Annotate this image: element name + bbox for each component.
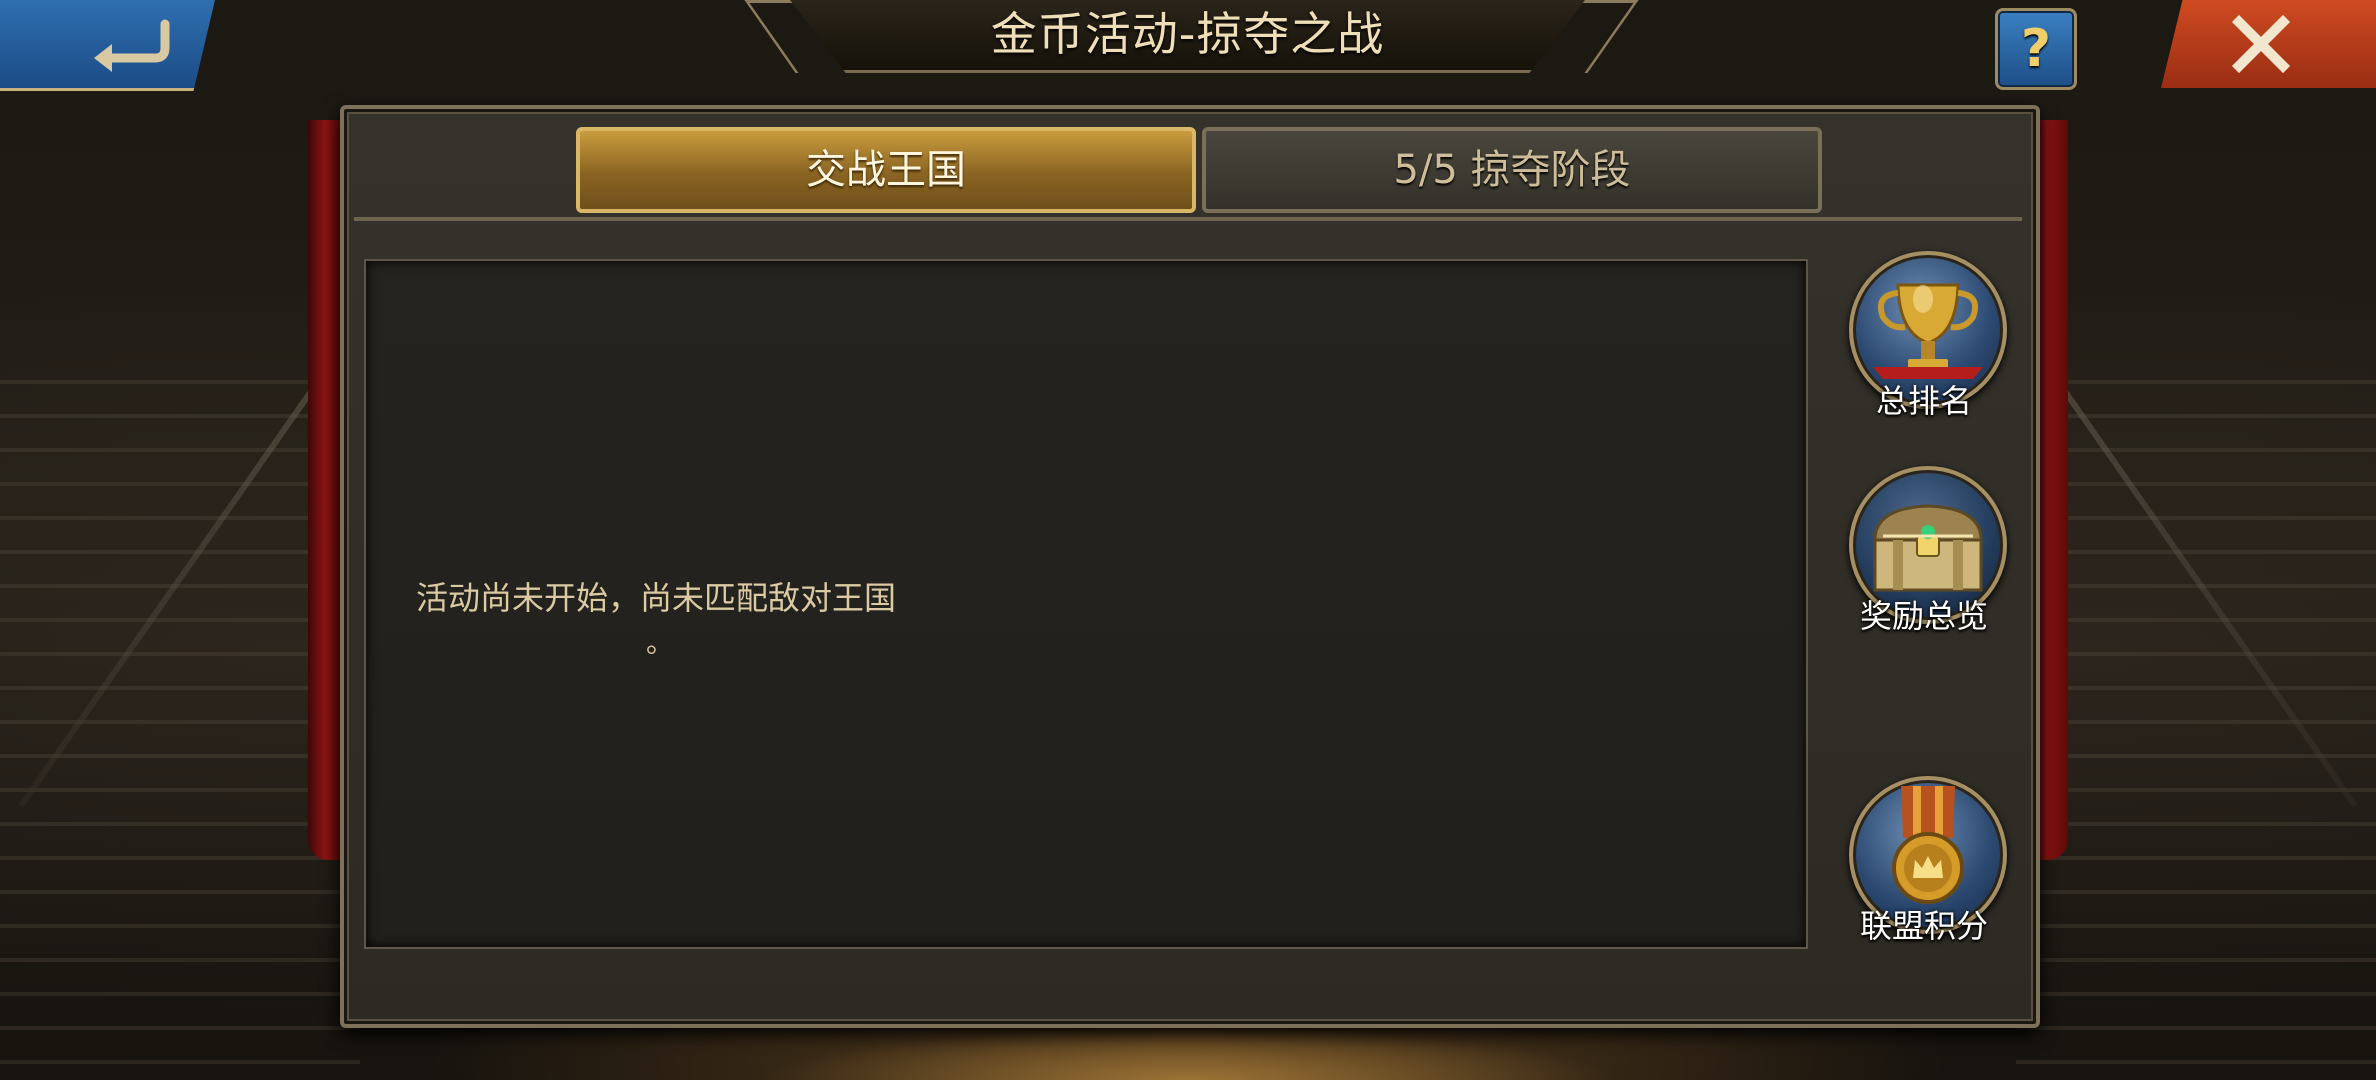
game-screen: 金币活动-掠夺之战 ? 交战王国 5/5 掠夺阶段 活动尚未开始，尚未匹配敌对王… [0, 0, 2376, 1080]
page-title: 金币活动-掠夺之战 [990, 7, 1385, 61]
main-panel: 交战王国 5/5 掠夺阶段 活动尚未开始，尚未匹配敌对王国 。 总排名 奖励总览… [340, 105, 2040, 1028]
tab-warring-kingdom[interactable]: 交战王国 [576, 127, 1196, 213]
background-glow [760, 1028, 1620, 1080]
alliance-points-button[interactable]: 联盟积分 [1839, 776, 2009, 946]
rewards-overview-label: 奖励总览 [1859, 597, 1988, 635]
content-area: 活动尚未开始，尚未匹配敌对王国 。 [364, 259, 1808, 949]
status-message-tail: 。 [646, 626, 675, 659]
total-ranking-button[interactable]: 总排名 [1839, 251, 2009, 421]
status-message: 活动尚未开始，尚未匹配敌对王国 [416, 579, 897, 617]
background-stairs-right [2016, 380, 2376, 1080]
back-button[interactable] [0, 0, 215, 91]
close-icon [2231, 14, 2291, 74]
back-arrow-icon [94, 19, 170, 72]
tab-plunder-phase[interactable]: 5/5 掠夺阶段 [1202, 127, 1822, 213]
rewards-overview-button[interactable]: 奖励总览 [1839, 466, 2009, 636]
close-button[interactable] [2161, 0, 2376, 88]
help-button[interactable]: ? [1995, 8, 2077, 90]
alliance-points-label: 联盟积分 [1859, 907, 1988, 945]
tab-bar: 交战王国 5/5 掠夺阶段 [354, 117, 2022, 221]
background-stairs-left [0, 380, 360, 1080]
total-ranking-label: 总排名 [1875, 382, 1972, 420]
